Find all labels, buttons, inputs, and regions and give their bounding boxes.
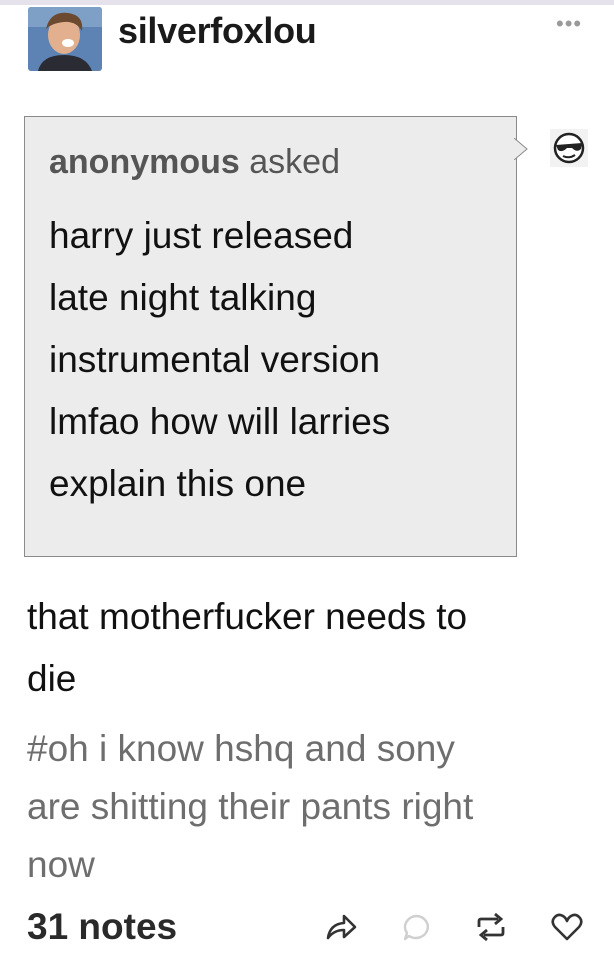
asker-name[interactable]: anonymous	[49, 143, 240, 181]
answer-line: die	[27, 658, 77, 699]
reply-bubble-icon[interactable]	[400, 910, 434, 944]
asked-label: asked	[249, 143, 340, 181]
question-line: late night talking	[49, 277, 317, 318]
blog-name[interactable]: silverfoxlou	[118, 10, 317, 52]
share-arrow-icon[interactable]	[324, 910, 358, 944]
tag-line[interactable]: #oh i know hshq and sony	[27, 728, 455, 770]
more-options-icon[interactable]: •••	[556, 13, 582, 35]
reblog-icon[interactable]	[474, 910, 508, 944]
notes-count[interactable]: 31 notes	[27, 906, 177, 948]
heart-icon[interactable]	[550, 910, 584, 944]
asker-line: anonymous asked	[49, 143, 340, 182]
tag-line[interactable]: are shitting their pants right	[27, 786, 473, 828]
question-line: lmfao how will larries	[49, 401, 391, 442]
avatar[interactable]	[28, 7, 102, 71]
ask-bubble-pointer	[514, 138, 528, 160]
tag-line[interactable]: now	[27, 844, 95, 886]
question-line: harry just released	[49, 215, 354, 256]
sunglasses-face-icon[interactable]	[550, 129, 588, 167]
question-line: explain this one	[49, 463, 307, 504]
question-line: instrumental version	[49, 339, 381, 380]
ask-box: anonymous asked harry just released late…	[24, 116, 517, 557]
top-bar	[0, 0, 614, 5]
answer-line: that motherfucker needs to	[27, 596, 468, 637]
